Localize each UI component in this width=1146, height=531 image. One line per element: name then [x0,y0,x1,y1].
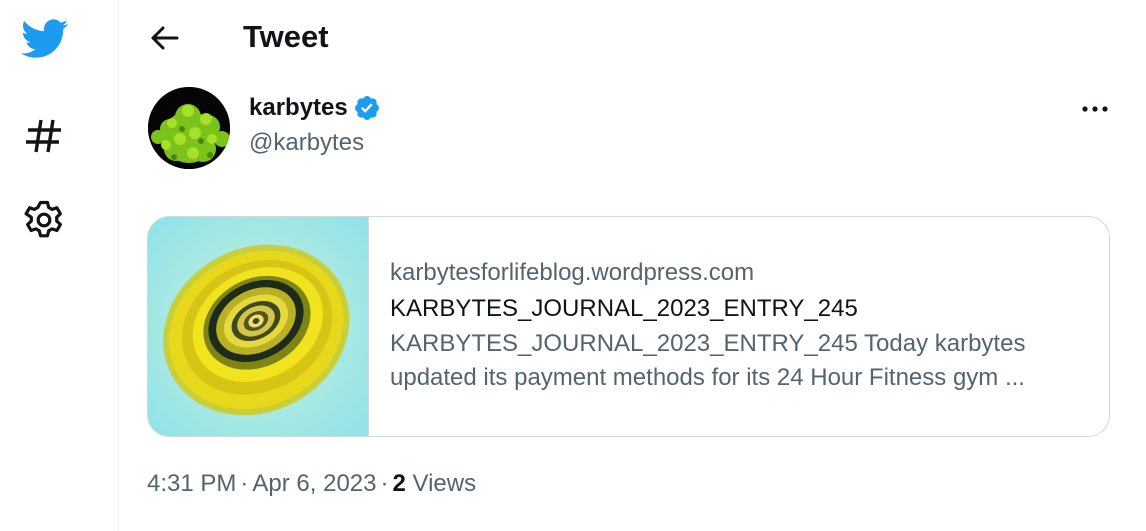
sidebar-nav [0,0,119,531]
views-count: 2 [392,470,406,497]
views-label: Views [412,470,477,497]
hashtag-icon[interactable] [24,116,64,156]
page-title: Tweet [243,19,329,54]
tweet-meta: 4:31 PM · Apr 6, 2023 · 2 Views [147,468,476,500]
more-options-icon[interactable] [1078,94,1112,124]
link-preview-text: karbytesforlifeblog.wordpress.com KARBYT… [390,255,1090,395]
tweet-date[interactable]: Apr 6, 2023 [252,470,376,497]
author-display-name[interactable]: karbytes [249,92,348,124]
link-preview-description-line: updated its payment methods for its 24 H… [390,364,1025,391]
tweet-time[interactable]: 4:31 PM [147,470,236,497]
twitter-bird-icon[interactable] [21,19,69,61]
avatar[interactable] [148,87,230,169]
meta-separator: · [240,470,249,497]
verified-badge-icon [354,96,379,120]
link-preview-card[interactable]: karbytesforlifeblog.wordpress.com KARBYT… [147,216,1110,437]
link-preview-domain: karbytesforlifeblog.wordpress.com [390,259,755,286]
link-preview-thumbnail [148,217,369,436]
link-preview-description: KARBYTES_JOURNAL_2023_ENTRY_245 Today ka… [390,327,1090,395]
back-arrow-icon[interactable] [146,18,186,58]
link-preview-description-line: KARBYTES_JOURNAL_2023_ENTRY_245 Today ka… [390,330,1026,357]
link-preview-title: KARBYTES_JOURNAL_2023_ENTRY_245 [390,295,858,322]
author-name-row[interactable]: karbytes [249,92,381,124]
meta-separator: · [380,470,389,497]
gear-icon[interactable] [23,199,65,241]
author-handle[interactable]: @karbytes [249,128,364,158]
